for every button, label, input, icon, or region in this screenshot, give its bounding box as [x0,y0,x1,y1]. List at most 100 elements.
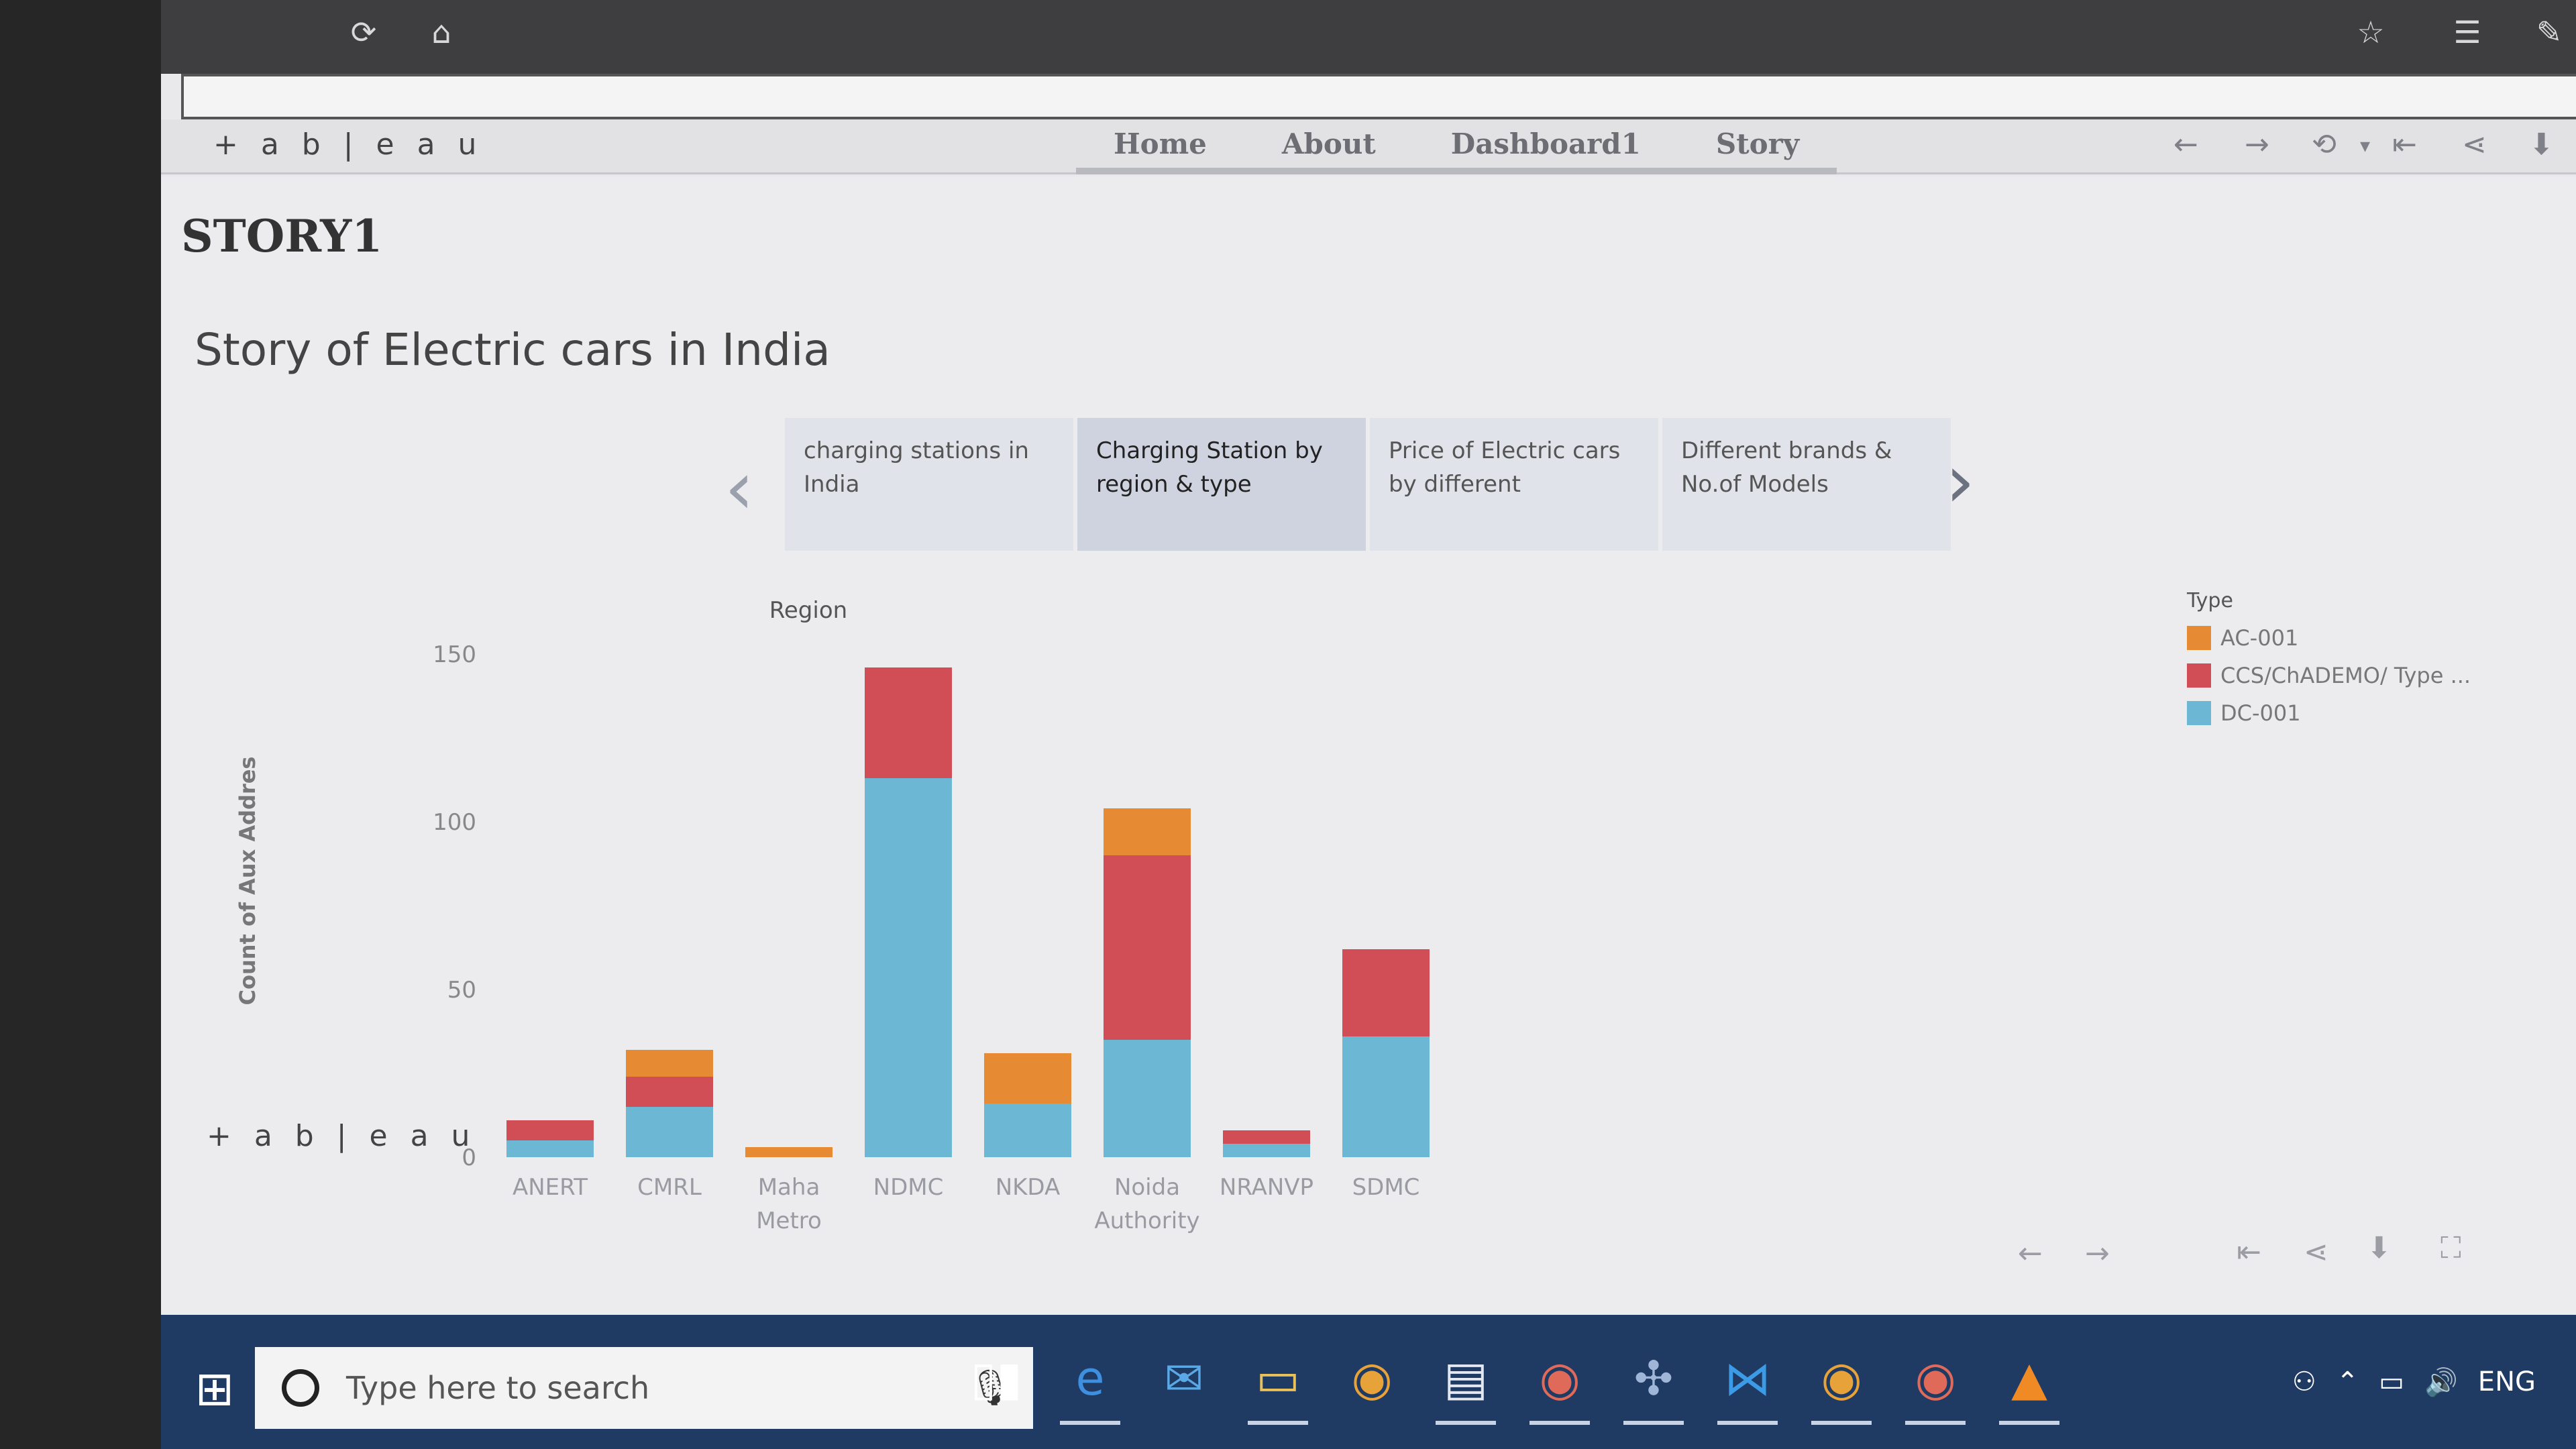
vlc-icon[interactable]: ▲ [1992,1342,2066,1425]
undo-icon[interactable]: ← [2018,1236,2043,1271]
bar-segment[interactable] [506,1120,594,1140]
legend-item[interactable]: CCS/ChADEMO/ Type ... [2187,657,2471,694]
bar-segment[interactable] [626,1077,713,1107]
fullscreen-icon[interactable]: ⛶ [2440,1231,2461,1265]
chart-title: Region [769,597,847,624]
nav-home[interactable]: Home [1076,119,1244,168]
chevron-up-icon[interactable]: ⌃ [2337,1366,2359,1397]
bar-segment[interactable] [506,1140,594,1157]
bar-segment[interactable] [865,667,952,778]
legend-label: AC-001 [2220,625,2299,651]
taskbar-search[interactable]: Type here to search 🎙 [255,1347,1033,1429]
nav-dashboard1[interactable]: Dashboard1 [1413,119,1678,168]
language-indicator[interactable]: ENG [2478,1366,2536,1397]
active-indicator [1248,1421,1308,1425]
first-page-icon[interactable]: ⇤ [2237,1235,2261,1269]
bar-segment[interactable] [1223,1130,1310,1144]
tableau-header: + a b | e a u Home About Dashboard1 Stor… [161,119,2576,174]
document-icon[interactable]: ▤ [1429,1342,1503,1425]
tableau-logo: + a b | e a u [213,127,484,162]
bar-segment[interactable] [745,1147,833,1157]
active-indicator [1623,1421,1684,1425]
home-icon[interactable]: ⌂ [421,12,462,52]
legend-item[interactable]: DC-001 [2187,694,2471,732]
legend-swatch [2187,701,2211,725]
bar-segment[interactable] [626,1050,713,1077]
x-tick-label: Maha [758,1174,820,1201]
revert-icon[interactable]: ⟲ [2312,127,2337,162]
download-icon[interactable]: ⬇ [2367,1231,2392,1265]
battery-icon[interactable]: ▭ [2379,1366,2404,1397]
star-icon[interactable]: ☆ [2351,12,2391,52]
chrome-icon[interactable]: ◉ [1805,1342,1878,1425]
x-tick-label: Metro [756,1208,822,1234]
tableau-app-icon[interactable]: ✣ [1617,1342,1690,1425]
search-placeholder: Type here to search [346,1370,650,1406]
mail-icon[interactable]: ✉ [1147,1342,1221,1415]
legend-swatch [2187,663,2211,688]
redo-icon[interactable]: → [2245,127,2269,162]
active-indicator [1436,1421,1496,1425]
vscode-icon[interactable]: ⋈ [1711,1342,1784,1425]
bar-segment[interactable] [865,778,952,1157]
bar-segment[interactable] [1104,855,1191,1040]
bar-segment[interactable] [1223,1144,1310,1157]
windows-start-icon[interactable]: ⊞ [181,1355,248,1422]
bar-segment[interactable] [1104,1040,1191,1157]
chevron-down-icon[interactable]: ▾ [2360,134,2370,158]
volume-icon[interactable]: 🔊 [2424,1366,2458,1398]
chrome-icon[interactable]: ◉ [1335,1342,1409,1415]
x-tick-label: NRANVP [1220,1174,1313,1201]
bar-segment[interactable] [1104,808,1191,855]
y-axis-label: Count of Aux Addres [235,757,260,1006]
undo-icon[interactable]: ← [2174,127,2198,162]
stacked-bar-chart: Region Count of Aux Addres 050100150 ANE… [235,597,1430,1234]
x-axis-labels: ANERT CMRL Maha Metro NDMC NKDA Noida Authority… [513,1174,1419,1234]
pen-icon[interactable]: ✎ [2529,12,2569,52]
refresh-icon[interactable]: ⟳ [343,12,384,52]
chrome-profile-icon[interactable]: ◉ [1898,1342,1972,1425]
address-bar[interactable] [181,74,2576,119]
people-icon[interactable]: ⚇ [2292,1366,2316,1397]
legend-label: DC-001 [2220,700,2301,726]
bar-segment[interactable] [984,1053,1071,1104]
redo-icon[interactable]: → [2085,1236,2110,1271]
first-page-icon[interactable]: ⇤ [2392,127,2417,162]
bar-segment[interactable] [984,1104,1071,1157]
share-icon[interactable]: ⋖ [2462,127,2487,162]
x-tick-label: Noida [1114,1174,1180,1201]
legend-item[interactable]: AC-001 [2187,619,2471,657]
task-view-icon[interactable]: ▯▮ [959,1342,1033,1415]
favorites-list-icon[interactable]: ☰ [2447,12,2487,52]
file-explorer-icon[interactable]: ▭ [1241,1342,1315,1425]
nav-story[interactable]: Story [1678,119,1837,168]
x-tick-label: Authority [1094,1208,1199,1234]
active-indicator [1905,1421,1966,1425]
bar-segment[interactable] [1342,949,1430,1036]
x-tick-label: CMRL [637,1174,702,1201]
bars [506,667,1430,1157]
share-icon[interactable]: ⋖ [2304,1235,2328,1269]
x-tick-label: SDMC [1352,1174,1420,1201]
story-area: STORY1 Story of Electric cars in India ‹… [161,176,2576,1342]
screen: ⟳ ⌂ ☆ ☰ ✎ + a b | e a u Home About Dashb… [161,0,2576,1449]
x-tick-label: NDMC [873,1174,944,1201]
y-tick-label: 50 [447,977,476,1004]
active-indicator [1999,1421,2059,1425]
edge-icon[interactable]: e [1053,1342,1127,1425]
nav-about[interactable]: About [1244,119,1413,168]
bar-segment[interactable] [1342,1036,1430,1157]
y-tick-label: 100 [433,809,476,836]
legend-label: CCS/ChADEMO/ Type ... [2220,663,2471,688]
monitor-bezel [0,0,161,1449]
download-icon[interactable]: ⬇ [2529,127,2554,162]
legend-swatch [2187,626,2211,650]
x-tick-label: ANERT [513,1174,588,1201]
cortana-icon [282,1369,319,1407]
active-indicator [1717,1421,1778,1425]
bar-segment[interactable] [626,1107,713,1157]
chrome-profile-icon[interactable]: ◉ [1523,1342,1597,1425]
x-tick-label: NKDA [996,1174,1061,1201]
active-indicator [1060,1421,1120,1425]
main-nav: Home About Dashboard1 Story [1076,119,1837,174]
